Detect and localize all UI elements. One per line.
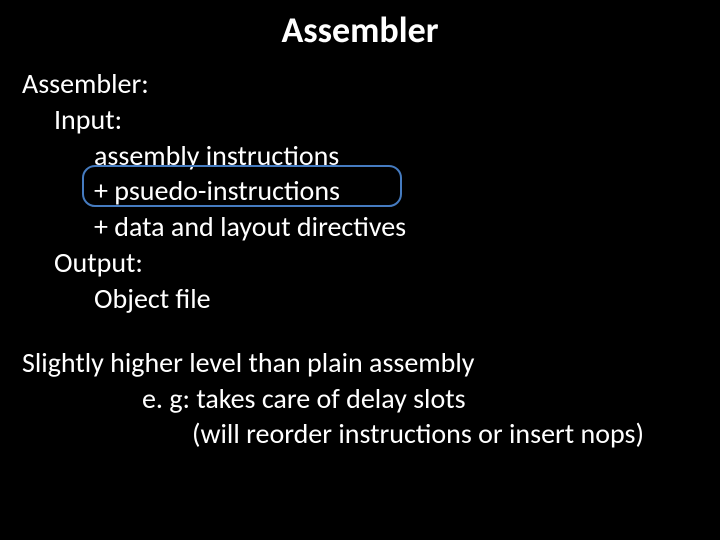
output-label: Output: bbox=[54, 245, 720, 281]
input-label: Input: bbox=[54, 102, 720, 138]
input-item-3: + data and layout directives bbox=[94, 209, 720, 245]
note-line-2: e. g: takes care of delay slots bbox=[142, 381, 720, 417]
input-item-1: assembly instructions bbox=[94, 138, 720, 174]
input-item-2: + psuedo-instructions bbox=[94, 173, 720, 209]
slide-title: Assembler bbox=[0, 0, 720, 66]
assembler-heading: Assembler: bbox=[22, 66, 720, 102]
note-line-1: Slightly higher level than plain assembl… bbox=[22, 345, 720, 381]
note-line-3: (will reorder instructions or insert nop… bbox=[192, 416, 720, 452]
slide-body: Assembler: Input: assembly instructions … bbox=[0, 66, 720, 452]
output-item-1: Object file bbox=[94, 281, 720, 317]
